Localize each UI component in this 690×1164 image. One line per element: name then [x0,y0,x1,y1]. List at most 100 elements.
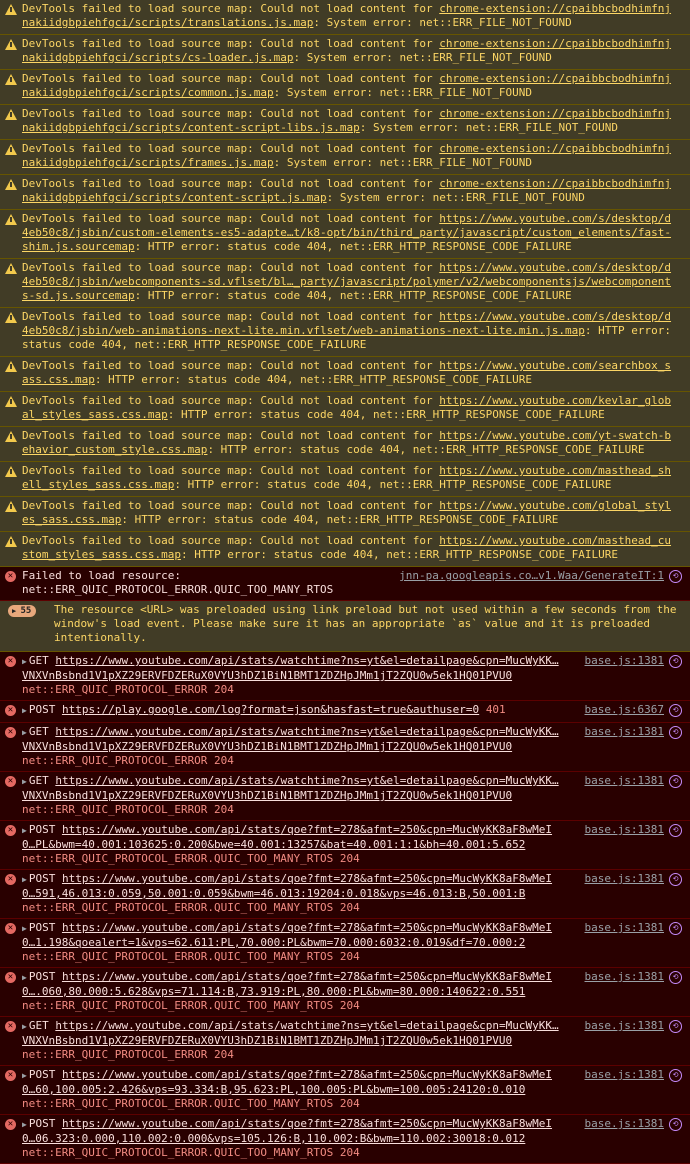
source-map-link[interactable]: ell_styles_sass.css.map [22,478,174,491]
replay-icon[interactable]: ⟲ [669,873,682,886]
request-url[interactable]: 0…60,100.005:2.426&vps=93.334:B,95.623:P… [22,1083,525,1096]
source-map-link[interactable]: nakiidgbpiehfgci/scripts/translations.js… [22,16,313,29]
replay-icon[interactable]: ⟲ [669,1118,682,1131]
network-error-message[interactable]: ✕ ▶ GET https://www.youtube.com/api/stats/… [0,772,690,821]
expand-triangle-icon[interactable]: ▶ [22,1020,27,1034]
request-url[interactable]: https://www.youtube.com/api/stats/watcht… [55,774,558,787]
source-map-link[interactable]: https://www.youtube.com/s/desktop/d [439,310,671,323]
request-url[interactable]: https://www.youtube.com/api/stats/qoe?fm… [62,1068,552,1081]
expand-triangle-icon[interactable]: ▶ [22,873,27,887]
request-url[interactable]: https://www.youtube.com/api/stats/qoe?fm… [62,921,552,934]
warning-message[interactable]: DevTools failed to load source map: Coul… [0,210,690,259]
request-url[interactable]: VNXVnBsbnd1V1pXZ29ERVFDZERuX0VYU3hDZ1BiN… [22,740,512,753]
request-url[interactable]: https://www.youtube.com/api/stats/qoe?fm… [62,970,552,983]
expand-triangle-icon[interactable]: ▶ [22,655,27,669]
request-url[interactable]: https://www.youtube.com/api/stats/watcht… [55,1019,558,1032]
source-link[interactable]: base.js:6367 [585,703,664,717]
replay-icon[interactable]: ⟲ [669,1069,682,1082]
source-link[interactable]: base.js:1381 [585,823,664,837]
expand-triangle-icon[interactable]: ▶ [22,824,27,838]
message-count-badge[interactable]: ▶ 55 [8,605,37,617]
source-map-link[interactable]: ehavior_custom_style.css.map [22,443,207,456]
expand-triangle-icon[interactable]: ▶ [22,775,27,789]
warning-message[interactable]: DevTools failed to load source map: Coul… [0,259,690,308]
replay-icon[interactable]: ⟲ [669,726,682,739]
request-url[interactable]: 0…1.198&qoealert=1&vps=62.611:PL,70.000:… [22,936,525,949]
source-map-link[interactable]: chrome-extension://cpaibbcbodhimfnj [439,37,671,50]
warning-message[interactable]: DevTools failed to load source map: Coul… [0,35,690,70]
request-url[interactable]: 0…06.323:0.000,110.002:0.000&vps=105.126… [22,1132,525,1145]
source-map-link[interactable]: nakiidgbpiehfgci/scripts/content-script.… [22,191,327,204]
source-map-link[interactable]: nakiidgbpiehfgci/scripts/content-script-… [22,121,360,134]
source-map-link[interactable]: chrome-extension://cpaibbcbodhimfnj [439,72,671,85]
request-url[interactable]: 0…591,46.013:0.059,50.001:0.059&bwm=46.0… [22,887,525,900]
source-link[interactable]: base.js:1381 [585,970,664,984]
network-error-message[interactable]: ✕ ▶ GET https://www.youtube.com/api/stats/… [0,1017,690,1066]
network-error-message[interactable]: ✕ ▶ POST https://play.google.com/log?forma… [0,701,690,723]
network-error-message[interactable]: ✕ ▶ GET https://www.youtube.com/api/stats/… [0,652,690,701]
request-url[interactable]: https://www.youtube.com/api/stats/watcht… [55,654,558,667]
expand-triangle-icon[interactable]: ▶ [22,922,27,936]
source-link[interactable]: base.js:1381 [585,1019,664,1033]
resource-error-source-link[interactable]: jnn-pa.googleapis.co…v1.Waa/GenerateIT:1 [399,569,664,583]
source-link[interactable]: base.js:1381 [585,1117,664,1131]
network-error-message[interactable]: ✕ ▶ POST https://www.youtube.com/api/stats… [0,821,690,870]
expand-triangle-icon[interactable]: ▶ [22,726,27,740]
source-map-link[interactable]: s-sd.js.sourcemap [22,289,135,302]
source-map-link[interactable]: https://www.youtube.com/yt-swatch-b [439,429,671,442]
replay-icon[interactable]: ⟲ [669,775,682,788]
source-link[interactable]: base.js:1381 [585,872,664,886]
source-map-link[interactable]: nakiidgbpiehfgci/scripts/common.js.map [22,86,274,99]
source-map-link[interactable]: ass.css.map [22,373,95,386]
resource-error-message[interactable]: ✕ Failed to load resource: net::ERR_QUIC… [0,567,690,601]
source-map-link[interactable]: https://www.youtube.com/global_styl [439,499,671,512]
source-map-link[interactable]: nakiidgbpiehfgci/scripts/cs-loader.js.ma… [22,51,294,64]
warning-message[interactable]: DevTools failed to load source map: Coul… [0,105,690,140]
source-link[interactable]: base.js:1381 [585,654,664,668]
expand-triangle-icon[interactable]: ▶ [22,1069,27,1083]
source-link[interactable]: base.js:1381 [585,774,664,788]
request-url[interactable]: https://www.youtube.com/api/stats/qoe?fm… [62,823,552,836]
request-url[interactable]: https://play.google.com/log?format=json&… [62,703,479,716]
warning-message[interactable]: DevTools failed to load source map: Coul… [0,392,690,427]
source-map-link[interactable]: 4eb50c8/jsbin/custom-elements-es5-adapte… [22,226,671,239]
replay-icon[interactable]: ⟲ [669,971,682,984]
warning-message[interactable]: DevTools failed to load source map: Coul… [0,532,690,567]
warning-message[interactable]: DevTools failed to load source map: Coul… [0,427,690,462]
warning-message[interactable]: DevTools failed to load source map: Coul… [0,357,690,392]
request-url[interactable]: 0….060,80.000:5.628&vps=71.114:B,73.919:… [22,985,525,998]
expand-triangle-icon[interactable]: ▶ [22,704,27,718]
warning-message[interactable]: DevTools failed to load source map: Coul… [0,70,690,105]
request-url[interactable]: https://www.youtube.com/api/stats/watcht… [55,725,558,738]
request-url[interactable]: VNXVnBsbnd1V1pXZ29ERVFDZERuX0VYU3hDZ1BiN… [22,789,512,802]
source-map-link[interactable]: https://www.youtube.com/s/desktop/d [439,261,671,274]
source-map-link[interactable]: https://www.youtube.com/kevlar_glob [439,394,671,407]
expand-triangle-icon[interactable]: ▶ [22,1118,27,1132]
request-url[interactable]: VNXVnBsbnd1V1pXZ29ERVFDZERuX0VYU3hDZ1BiN… [22,669,512,682]
source-map-link[interactable]: https://www.youtube.com/masthead_cu [439,534,671,547]
source-map-link[interactable]: al_styles_sass.css.map [22,408,168,421]
source-map-link[interactable]: chrome-extension://cpaibbcbodhimfnj [439,107,671,120]
warning-message[interactable]: DevTools failed to load source map: Coul… [0,0,690,35]
replay-icon[interactable]: ⟲ [669,704,682,717]
request-url[interactable]: VNXVnBsbnd1V1pXZ29ERVFDZERuX0VYU3hDZ1BiN… [22,1034,512,1047]
replay-icon[interactable]: ⟲ [669,655,682,668]
source-map-link[interactable]: https://www.youtube.com/s/desktop/d [439,212,671,225]
source-map-link[interactable]: 4eb50c8/jsbin/webcomponents-sd.vflset/bl… [22,275,671,288]
source-map-link[interactable]: nakiidgbpiehfgci/scripts/frames.js.map [22,156,274,169]
network-error-message[interactable]: ✕ ▶ POST https://www.youtube.com/api/stats… [0,919,690,968]
replay-icon[interactable]: ⟲ [669,1020,682,1033]
warning-message[interactable]: DevTools failed to load source map: Coul… [0,462,690,497]
source-map-link[interactable]: https://www.youtube.com/searchbox_s [439,359,671,372]
network-error-message[interactable]: ✕ ▶ POST https://www.youtube.com/api/stats… [0,870,690,919]
preload-warning-group[interactable]: ▶ 55 The resource <URL> was preloaded us… [0,601,690,652]
source-link[interactable]: base.js:1381 [585,1068,664,1082]
source-map-link[interactable]: https://www.youtube.com/masthead_sh [439,464,671,477]
replay-icon[interactable]: ⟲ [669,922,682,935]
source-map-link[interactable]: shim.js.sourcemap [22,240,135,253]
source-map-link[interactable]: es_sass.css.map [22,513,121,526]
source-map-link[interactable]: chrome-extension://cpaibbcbodhimfnj [439,2,671,15]
network-error-message[interactable]: ✕ ▶ POST https://www.youtube.com/api/stats… [0,1115,690,1164]
expand-triangle-icon[interactable]: ▶ [22,971,27,985]
source-map-link[interactable]: stom_styles_sass.css.map [22,548,181,561]
